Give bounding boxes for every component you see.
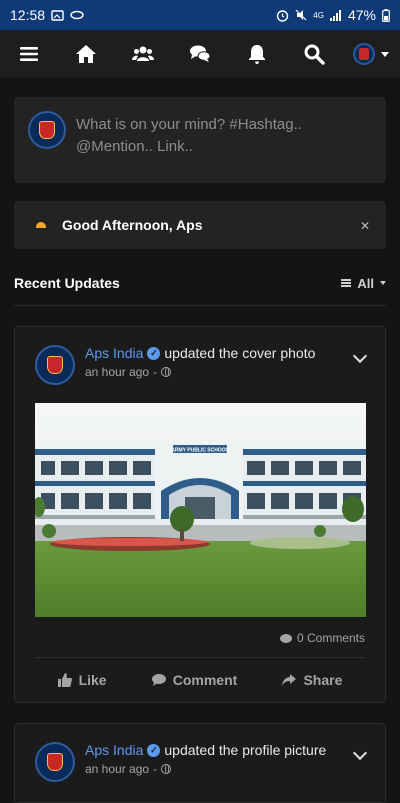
status-bar: 12:58 4G 47% xyxy=(0,0,400,30)
chevron-down-icon[interactable] xyxy=(352,745,368,761)
share-button[interactable]: Share xyxy=(282,672,342,688)
messages-icon[interactable] xyxy=(177,34,223,74)
battery-icon xyxy=(382,8,390,22)
friends-icon[interactable] xyxy=(120,34,166,74)
avatar[interactable] xyxy=(35,742,75,782)
status-time: 12:58 xyxy=(10,7,46,23)
school-building-image: ARMY PUBLIC SCHOOL xyxy=(35,403,366,617)
post-card: Aps India ✓ updated the profile picture … xyxy=(14,723,386,803)
chevron-down-icon xyxy=(381,51,390,57)
globe-icon xyxy=(161,764,172,774)
school-logo-icon xyxy=(39,121,55,139)
comment-icon xyxy=(151,674,166,686)
comment-button[interactable]: Comment xyxy=(151,672,238,688)
battery-percent: 47% xyxy=(347,7,376,23)
notifications-icon[interactable] xyxy=(234,34,280,74)
post-header: Aps India ✓ updated the cover photo an h… xyxy=(35,345,368,385)
post-card: Aps India ✓ updated the cover photo an h… xyxy=(14,326,386,703)
share-label: Share xyxy=(303,672,343,688)
menu-icon[interactable] xyxy=(6,34,52,74)
post-actions: Like Comment Share xyxy=(35,658,365,688)
post-composer[interactable]: What is on your mind? #Hashtag.. @Mentio… xyxy=(14,97,386,183)
verified-icon: ✓ xyxy=(147,743,161,757)
chevron-down-icon xyxy=(380,281,386,285)
svg-text:ARMY PUBLIC SCHOOL: ARMY PUBLIC SCHOOL xyxy=(171,448,228,454)
verified-icon: ✓ xyxy=(147,346,161,360)
post-header: Aps India ✓ updated the profile picture … xyxy=(35,742,368,782)
thumbs-up-icon xyxy=(57,673,72,687)
top-navbar xyxy=(0,30,400,79)
filter-label: All xyxy=(357,275,374,291)
avatar[interactable] xyxy=(35,345,75,385)
cover-photo[interactable]: ARMY PUBLIC SCHOOL xyxy=(35,403,366,617)
link-icon xyxy=(70,10,84,20)
alarm-icon xyxy=(276,9,289,22)
avatar xyxy=(28,111,66,149)
post-time[interactable]: an hour ago xyxy=(85,365,149,379)
recent-updates-header: Recent Updates All xyxy=(14,275,386,306)
like-label: Like xyxy=(78,672,107,688)
like-button[interactable]: Like xyxy=(57,672,107,688)
share-icon xyxy=(282,674,297,686)
home-icon[interactable] xyxy=(63,34,109,74)
composer-placeholder[interactable]: What is on your mind? #Hashtag.. @Mentio… xyxy=(76,111,372,169)
section-title: Recent Updates xyxy=(14,275,120,291)
comments-count[interactable]: 0 Comments xyxy=(35,631,365,658)
globe-icon xyxy=(161,367,172,377)
mute-icon xyxy=(295,9,307,21)
school-logo-icon xyxy=(46,355,64,375)
greeting-banner: Good Afternoon, Aps ✕ xyxy=(14,201,386,249)
post-time[interactable]: an hour ago xyxy=(85,762,149,776)
avatar xyxy=(353,43,376,65)
sun-icon xyxy=(36,222,46,228)
gallery-icon xyxy=(51,9,64,22)
comments-label: 0 Comments xyxy=(296,631,365,645)
post-action-text: updated the profile picture xyxy=(164,742,327,758)
signal-icon xyxy=(329,9,342,21)
close-icon[interactable]: ✕ xyxy=(360,219,370,233)
profile-menu[interactable] xyxy=(348,34,394,74)
list-icon xyxy=(341,279,352,287)
greeting-text: Good Afternoon, Aps xyxy=(62,217,203,233)
network-type: 4G xyxy=(313,10,324,20)
search-icon[interactable] xyxy=(291,34,337,74)
filter-dropdown[interactable]: All xyxy=(341,276,386,291)
comment-label: Comment xyxy=(172,672,238,688)
post-action-text: updated the cover photo xyxy=(164,345,316,361)
post-author[interactable]: Aps India xyxy=(85,345,143,361)
school-logo-icon xyxy=(46,752,64,772)
chat-icon xyxy=(279,633,292,643)
post-author[interactable]: Aps India xyxy=(85,742,143,758)
chevron-down-icon[interactable] xyxy=(352,348,368,364)
